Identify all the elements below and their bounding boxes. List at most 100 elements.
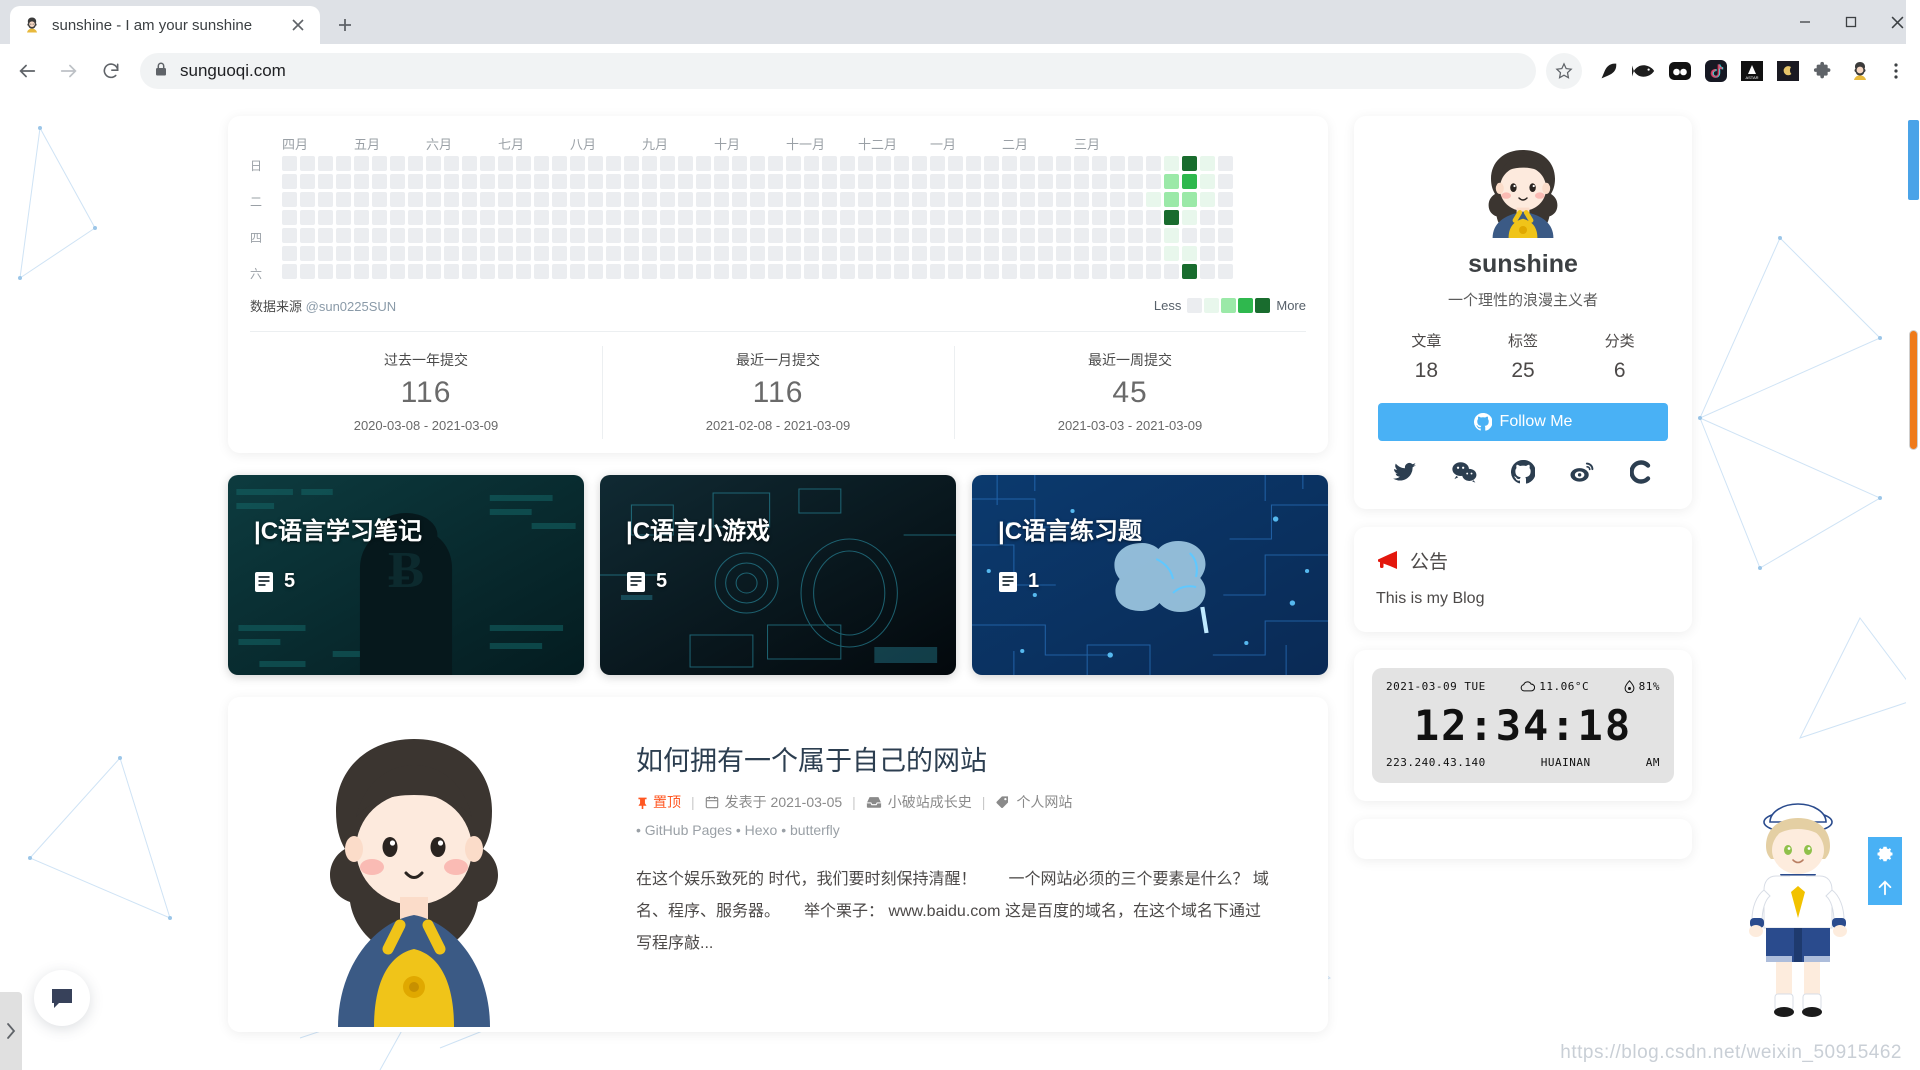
heatmap-cell[interactable]: [642, 228, 657, 243]
heatmap-cell[interactable]: [894, 246, 909, 261]
heatmap-cell[interactable]: [462, 210, 477, 225]
heatmap-cell[interactable]: [1164, 210, 1179, 225]
heatmap-cell[interactable]: [354, 246, 369, 261]
heatmap-cell[interactable]: [300, 192, 315, 207]
heatmap-cell[interactable]: [1164, 174, 1179, 189]
heatmap-cell[interactable]: [462, 174, 477, 189]
heatmap-cell[interactable]: [786, 228, 801, 243]
heatmap-cell[interactable]: [984, 192, 999, 207]
heatmap-cell[interactable]: [624, 228, 639, 243]
heatmap-cell[interactable]: [1182, 264, 1197, 279]
heatmap-cell[interactable]: [1218, 156, 1233, 171]
heatmap-cell[interactable]: [732, 246, 747, 261]
heatmap-cell[interactable]: [876, 228, 891, 243]
heatmap-cell[interactable]: [390, 246, 405, 261]
heatmap-cell[interactable]: [750, 192, 765, 207]
heatmap-cell[interactable]: [948, 192, 963, 207]
heatmap-cell[interactable]: [282, 174, 297, 189]
heatmap-cell[interactable]: [498, 264, 513, 279]
maximize-button[interactable]: [1828, 0, 1874, 44]
heatmap-cell[interactable]: [372, 174, 387, 189]
heatmap-cell[interactable]: [318, 174, 333, 189]
heatmap-cell[interactable]: [516, 210, 531, 225]
heatmap-cell[interactable]: [786, 174, 801, 189]
heatmap-cell[interactable]: [390, 192, 405, 207]
heatmap-cell[interactable]: [444, 174, 459, 189]
heatmap-cell[interactable]: [1020, 246, 1035, 261]
heatmap-cell[interactable]: [642, 192, 657, 207]
heatmap-cell[interactable]: [1182, 228, 1197, 243]
heatmap-cell[interactable]: [516, 192, 531, 207]
heatmap-cell[interactable]: [678, 210, 693, 225]
heatmap-cell[interactable]: [318, 264, 333, 279]
heatmap-cell[interactable]: [426, 174, 441, 189]
moon-app-icon[interactable]: [1772, 55, 1804, 87]
heatmap-cell[interactable]: [732, 264, 747, 279]
heatmap-cell[interactable]: [1056, 228, 1071, 243]
heatmap-cell[interactable]: [534, 264, 549, 279]
heatmap-cell[interactable]: [804, 228, 819, 243]
heatmap-cell[interactable]: [1110, 264, 1125, 279]
heatmap-cell[interactable]: [1002, 228, 1017, 243]
heatmap-cell[interactable]: [804, 192, 819, 207]
heatmap-cell[interactable]: [426, 264, 441, 279]
heatmap-cell[interactable]: [678, 156, 693, 171]
heatmap-cell[interactable]: [1182, 210, 1197, 225]
heatmap-cell[interactable]: [516, 174, 531, 189]
heatmap-cell[interactable]: [660, 246, 675, 261]
heatmap-cell[interactable]: [804, 264, 819, 279]
heatmap-cell[interactable]: [552, 264, 567, 279]
feather-icon[interactable]: [1592, 55, 1624, 87]
heatmap-cell[interactable]: [822, 264, 837, 279]
heatmap-cell[interactable]: [1038, 210, 1053, 225]
heatmap-cell[interactable]: [1200, 228, 1215, 243]
heatmap-cell[interactable]: [408, 264, 423, 279]
heatmap-cell[interactable]: [912, 192, 927, 207]
post-category[interactable]: 小破站成长史: [888, 792, 972, 812]
heatmap-cell[interactable]: [390, 228, 405, 243]
heatmap-cell[interactable]: [552, 246, 567, 261]
heatmap-cell[interactable]: [1038, 156, 1053, 171]
heatmap-cell[interactable]: [570, 210, 585, 225]
heatmap-cell[interactable]: [372, 210, 387, 225]
heatmap-cell[interactable]: [588, 174, 603, 189]
heatmap-cell[interactable]: [1002, 156, 1017, 171]
heatmap-cell[interactable]: [444, 228, 459, 243]
heatmap-cell[interactable]: [858, 210, 873, 225]
heatmap-cell[interactable]: [1200, 156, 1215, 171]
heatmap-cell[interactable]: [930, 246, 945, 261]
arrow-up-icon[interactable]: [1868, 871, 1902, 905]
heatmap-cell[interactable]: [462, 264, 477, 279]
heatmap-cell[interactable]: [786, 210, 801, 225]
category-card[interactable]: |C语言小游戏5: [600, 475, 956, 675]
heatmap-cell[interactable]: [966, 246, 981, 261]
heatmap-cell[interactable]: [426, 156, 441, 171]
heatmap-cell[interactable]: [930, 156, 945, 171]
heatmap-cell[interactable]: [1128, 192, 1143, 207]
heatmap-cell[interactable]: [1218, 228, 1233, 243]
heatmap-grid[interactable]: [282, 156, 1233, 282]
heatmap-cell[interactable]: [498, 246, 513, 261]
heatmap-cell[interactable]: [624, 246, 639, 261]
heatmap-cell[interactable]: [732, 156, 747, 171]
heatmap-cell[interactable]: [894, 264, 909, 279]
heatmap-cell[interactable]: [966, 264, 981, 279]
heatmap-cell[interactable]: [624, 210, 639, 225]
heatmap-cell[interactable]: [1092, 192, 1107, 207]
heatmap-cell[interactable]: [768, 228, 783, 243]
heatmap-cell[interactable]: [930, 174, 945, 189]
left-drawer-handle[interactable]: [0, 992, 22, 1070]
weibo-icon[interactable]: [1569, 459, 1595, 485]
heatmap-cell[interactable]: [624, 264, 639, 279]
astar-icon[interactable]: ASTAR: [1736, 55, 1768, 87]
heatmap-cell[interactable]: [732, 228, 747, 243]
heatmap-cell[interactable]: [282, 228, 297, 243]
heatmap-cell[interactable]: [714, 264, 729, 279]
heatmap-cell[interactable]: [822, 246, 837, 261]
heatmap-cell[interactable]: [1074, 264, 1089, 279]
heatmap-cell[interactable]: [930, 228, 945, 243]
heatmap-cell[interactable]: [768, 264, 783, 279]
address-bar[interactable]: sunguoqi.com: [140, 53, 1536, 89]
heatmap-cell[interactable]: [858, 264, 873, 279]
heatmap-cell[interactable]: [966, 156, 981, 171]
